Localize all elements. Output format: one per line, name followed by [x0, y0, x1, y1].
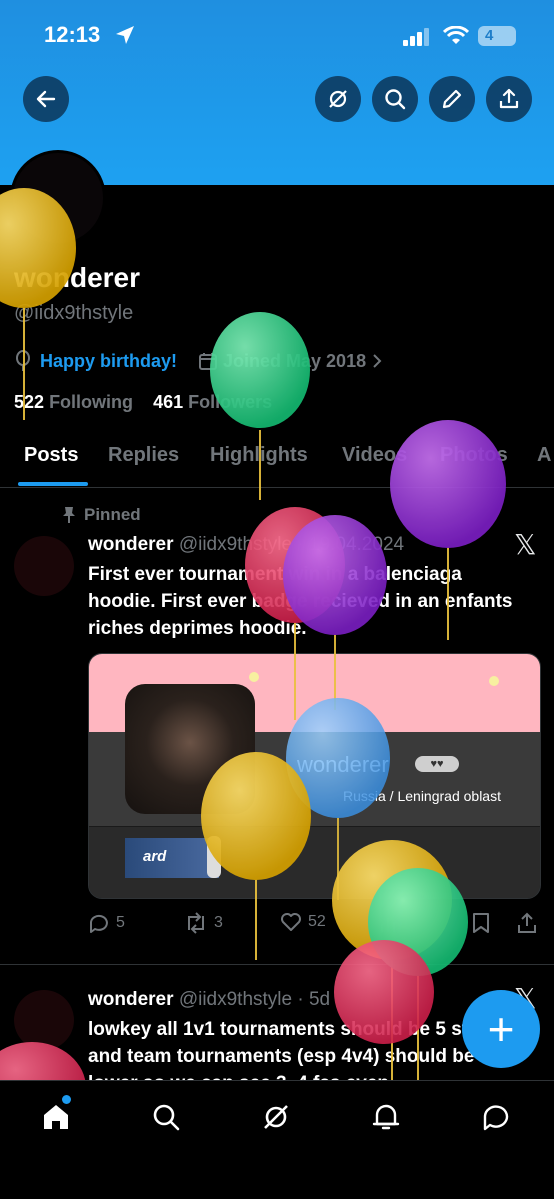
post-actions: 5 3 52: [88, 912, 540, 938]
post-date: · 19.04.2024: [297, 534, 405, 555]
wifi-icon: [443, 26, 469, 44]
birthday-text: Happy birthday!: [40, 350, 178, 371]
nav-notifications[interactable]: [368, 1099, 404, 1135]
search-button[interactable]: [372, 76, 418, 122]
follow-stats: 522 Following 461 Followers: [14, 392, 272, 413]
joined-text: Joined May 2018: [223, 350, 367, 371]
x-logo-icon[interactable]: 𝕏: [514, 528, 537, 561]
cellular-signal-icon: [403, 28, 429, 46]
card-badge: ♥♥: [415, 756, 459, 772]
share-post-button[interactable]: [516, 912, 538, 934]
bookmark-button[interactable]: [472, 912, 490, 934]
followers-link[interactable]: 461 Followers: [153, 392, 272, 412]
following-label: Following: [49, 392, 134, 412]
card-player-name: wonderer: [297, 752, 389, 777]
share-button[interactable]: [486, 76, 532, 122]
card-sticker: ard: [125, 838, 219, 878]
balloon-icon: [16, 350, 30, 371]
post-author-name: wonderer: [88, 989, 174, 1010]
profile-handle: @iidx9thstyle: [14, 302, 134, 324]
nav-search[interactable]: [148, 1099, 184, 1135]
tab-videos[interactable]: Videos: [342, 444, 407, 467]
back-button[interactable]: [23, 76, 69, 122]
pencil-icon: [442, 89, 462, 109]
edit-button[interactable]: [429, 76, 475, 122]
bookmark-icon: [473, 913, 489, 933]
post-header: wonderer @iidx9thstyle · 5d: [88, 989, 330, 1011]
chevron-right-icon: [373, 354, 382, 368]
post-avatar[interactable]: [14, 536, 74, 596]
views-icon: [381, 918, 395, 932]
followers-count: 461: [153, 392, 184, 412]
location-arrow-icon: [116, 26, 134, 44]
share-icon: [518, 912, 536, 933]
following-link[interactable]: 522 Following: [14, 392, 133, 412]
battery-indicator: 4: [478, 26, 516, 46]
card-light-left: [249, 672, 259, 682]
arrow-left-icon: [36, 90, 56, 108]
status-bar: 12:13 4: [0, 20, 554, 54]
card-sticker-text: ard: [143, 848, 167, 865]
reply-count: 5: [116, 914, 125, 931]
tab-replies[interactable]: Replies: [108, 444, 179, 467]
pin-icon: [63, 507, 75, 523]
post-date: · 5d: [297, 989, 331, 1010]
post-author-handle: @iidx9thstyle: [178, 989, 293, 1010]
bell-icon: [372, 1104, 400, 1130]
like-button[interactable]: 52: [280, 912, 326, 932]
grok-button[interactable]: [315, 76, 361, 122]
tab-articles[interactable]: A: [537, 444, 551, 467]
tab-highlights[interactable]: Highlights: [210, 444, 308, 467]
heart-icon: [281, 913, 301, 931]
profile-tabs: Posts Replies Highlights Videos Photos A: [0, 436, 554, 488]
reply-button[interactable]: 5: [88, 912, 125, 934]
search-icon: [385, 89, 406, 110]
home-notification-dot: [62, 1095, 71, 1104]
search-icon: [153, 1104, 180, 1131]
profile-avatar[interactable]: [10, 150, 106, 246]
compose-button[interactable]: +: [462, 990, 540, 1068]
bottom-navigation: [0, 1080, 554, 1199]
calendar-icon: [199, 353, 218, 370]
post-author-name: wonderer: [88, 534, 174, 555]
post-author-handle: @iidx9thstyle: [178, 534, 293, 555]
profile-display-name: wonderer: [14, 262, 141, 293]
card-controller-graphic: [207, 836, 221, 878]
repost-icon: [188, 912, 204, 934]
tab-photos[interactable]: Photos: [440, 444, 508, 467]
post-media-card[interactable]: wonderer ♥♥ Russia / Leningrad oblast ar…: [88, 653, 541, 899]
plus-icon: +: [487, 1003, 515, 1055]
post-header: wonderer @iidx9thstyle · 19.04.2024: [88, 534, 404, 556]
views-button[interactable]: [378, 912, 400, 934]
message-bubble-icon: [483, 1105, 509, 1131]
following-count: 522: [14, 392, 45, 412]
nav-home[interactable]: [38, 1099, 74, 1135]
battery-level: 4: [485, 27, 494, 44]
post-text: First ever tournament win in a balenciag…: [88, 564, 513, 639]
repost-count: 3: [214, 914, 223, 931]
nav-messages[interactable]: [478, 1099, 514, 1135]
reply-icon: [90, 914, 108, 933]
home-icon: [44, 1105, 68, 1129]
grok-icon: [264, 1105, 288, 1129]
followers-label: Followers: [188, 392, 273, 412]
status-time: 12:13: [44, 22, 101, 47]
post-avatar[interactable]: [14, 990, 74, 1050]
post-divider: [0, 964, 554, 965]
card-profile-photo: [125, 684, 255, 814]
nav-grok[interactable]: [258, 1099, 294, 1135]
pinned-label: Pinned: [62, 505, 141, 525]
repost-button[interactable]: 3: [184, 912, 223, 934]
card-location: Russia / Leningrad oblast: [343, 788, 501, 804]
grok-icon: [329, 90, 347, 108]
profile-meta: Happy birthday! Joined May 2018: [14, 350, 382, 372]
card-light-right: [489, 676, 499, 686]
tab-posts[interactable]: Posts: [24, 444, 78, 467]
active-tab-indicator: [18, 482, 88, 486]
pinned-text: Pinned: [84, 505, 141, 524]
like-count: 52: [308, 913, 326, 930]
share-icon: [499, 88, 519, 109]
joined-date[interactable]: Joined May 2018: [199, 351, 382, 372]
